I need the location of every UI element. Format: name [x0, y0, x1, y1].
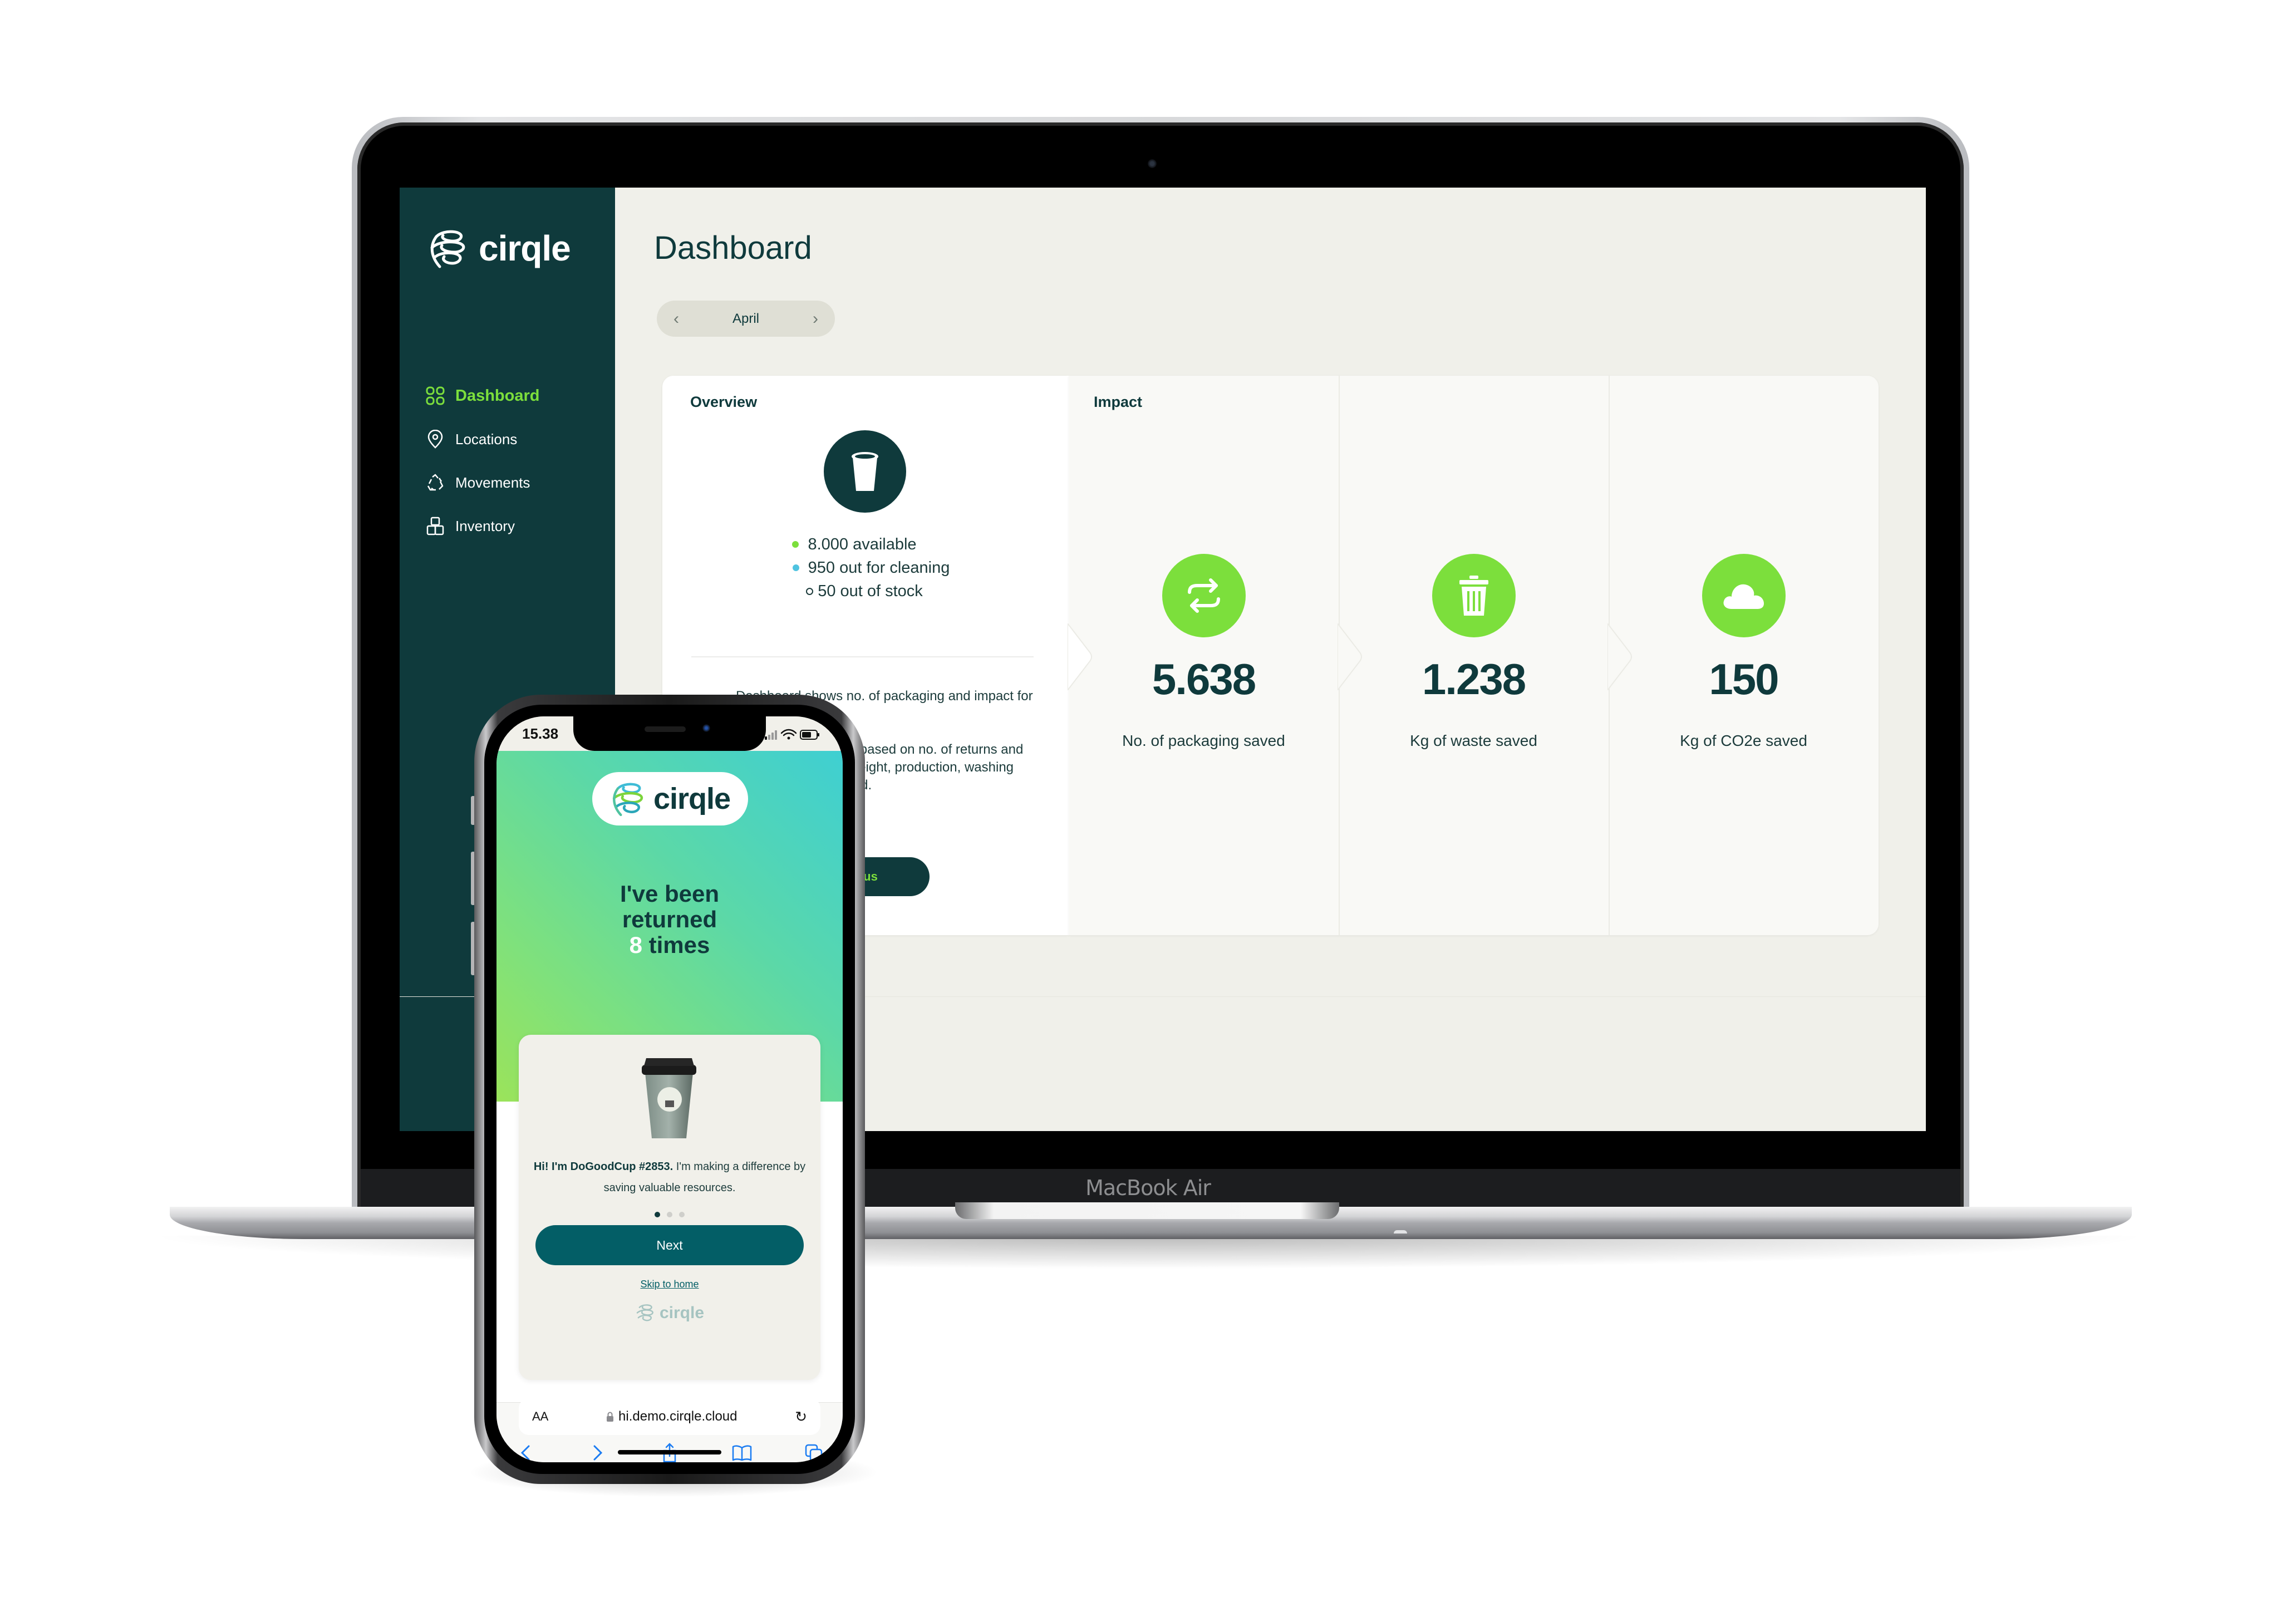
map-pin-icon: [425, 429, 445, 449]
phone-screen: 15.38 cirqle I've been returned 8 times …: [496, 716, 843, 1462]
cirqle-logo-icon: [636, 1304, 653, 1321]
sidebar-item-inventory[interactable]: Inventory: [425, 504, 609, 548]
impact-metric-packaging: 5.638 No. of packaging saved: [1068, 376, 1339, 935]
stock-label: 50 out of stock: [818, 582, 923, 600]
battery-icon: [800, 730, 819, 740]
carousel-dot[interactable]: [679, 1212, 685, 1217]
address-bar[interactable]: AA hi.demo.cirqle.cloud ↻: [519, 1398, 820, 1435]
chevron-left-icon[interactable]: ‹: [673, 309, 679, 328]
status-icons: [765, 729, 819, 740]
laptop-camera: [1148, 159, 1157, 168]
back-icon[interactable]: [513, 1442, 538, 1462]
divider: [691, 656, 1034, 657]
cup-icon: [824, 430, 906, 513]
carousel-dot-active[interactable]: [655, 1212, 660, 1217]
wifi-icon: [780, 729, 797, 736]
impact-metric-co2: 150 Kg of CO2e saved: [1607, 376, 1879, 935]
laptop-foot: [1394, 1230, 1407, 1233]
chevron-right-icon[interactable]: ›: [813, 309, 818, 328]
sidebar-item-label: Dashboard: [455, 386, 540, 405]
status-dot-outline: [806, 587, 814, 595]
speaker-grille: [645, 726, 686, 732]
headline-line: returned: [622, 906, 717, 932]
status-time: 15.38: [522, 725, 559, 742]
impact-metric-waste: 1.238 Kg of waste saved: [1338, 376, 1609, 935]
headline-suffix: times: [642, 932, 710, 958]
grid-icon: [425, 386, 445, 406]
sidebar-item-label: Inventory: [455, 517, 515, 534]
sidebar-item-label: Locations: [455, 430, 518, 448]
boxes-icon: [425, 516, 445, 536]
period-selector: ‹ April ›: [657, 301, 835, 337]
period-label: April: [732, 311, 759, 326]
stock-list: 8.000 available 950 out for cleaning 50 …: [662, 533, 1069, 603]
cirqle-logo-icon: [612, 783, 643, 817]
trash-icon: [1432, 554, 1516, 637]
cup-photo: [642, 1058, 696, 1138]
phone-notch: [573, 716, 766, 751]
signal-icon: [765, 730, 777, 740]
home-indicator: [618, 1450, 721, 1454]
cloud-icon: [1702, 554, 1786, 637]
stock-label: 8.000 available: [808, 535, 917, 553]
impact-label: Kg of waste saved: [1410, 732, 1537, 749]
returns-headline: I've been returned 8 times: [496, 881, 843, 958]
brand-name: cirqle: [479, 228, 571, 268]
stock-out: 50 out of stock: [660, 579, 1069, 603]
front-camera: [702, 724, 710, 732]
carousel-dot[interactable]: [667, 1212, 672, 1217]
cup-greeting: Hi! I'm DoGoodCup #2853. I'm making a di…: [530, 1156, 809, 1198]
cup-info-card: Hi! I'm DoGoodCup #2853. I'm making a di…: [519, 1035, 820, 1380]
stock-cleaning: 950 out for cleaning: [673, 556, 1069, 579]
footer-brand-name: cirqle: [659, 1304, 705, 1322]
headline-line: 8 times: [496, 932, 843, 958]
carousel-dots: [519, 1212, 820, 1217]
page-title: Dashboard: [654, 230, 812, 266]
sidebar-item-dashboard[interactable]: Dashboard: [425, 374, 609, 417]
brand-logo[interactable]: cirqle: [592, 772, 748, 825]
swap-arrows-icon: [1162, 554, 1246, 637]
impact-panel: Impact 5.638 No. of packaging saved 1.23…: [1068, 376, 1879, 935]
status-dot-green: [792, 541, 799, 548]
footer-logo: cirqle: [519, 1302, 820, 1324]
laptop-model-label: MacBook Air: [1085, 1176, 1211, 1200]
return-count: 8: [629, 932, 642, 958]
reload-icon[interactable]: ↻: [795, 1408, 807, 1426]
text-size-button[interactable]: AA: [532, 1409, 548, 1424]
cup-id: Hi! I'm DoGoodCup #2853.: [533, 1161, 673, 1173]
sidebar-item-locations[interactable]: Locations: [425, 417, 609, 461]
skip-to-home-link[interactable]: Skip to home: [519, 1279, 820, 1290]
sidebar-nav: Dashboard Locations Movements Inventory: [425, 374, 609, 548]
url-text: hi.demo.cirqle.cloud: [618, 1409, 738, 1424]
forward-icon[interactable]: [586, 1442, 610, 1462]
sidebar-item-movements[interactable]: Movements: [425, 461, 609, 504]
url-display: hi.demo.cirqle.cloud: [606, 1409, 738, 1424]
stock-label: 950 out for cleaning: [808, 558, 950, 577]
brand-logo[interactable]: cirqle: [427, 225, 571, 271]
impact-label: Kg of CO2e saved: [1680, 732, 1807, 749]
laptop-hinge: [955, 1202, 1339, 1219]
lock-icon: [607, 1412, 614, 1422]
status-dot-blue: [792, 564, 799, 571]
next-button[interactable]: Next: [535, 1225, 804, 1265]
laptop-shadow: [145, 1236, 2154, 1269]
impact-value: 5.638: [1152, 655, 1256, 704]
overview-title: Overview: [690, 394, 758, 410]
sidebar-item-label: Movements: [455, 474, 530, 491]
stock-available: 8.000 available: [640, 533, 1069, 556]
recycle-icon: [425, 473, 445, 493]
impact-label: No. of packaging saved: [1122, 732, 1285, 749]
cirqle-logo-icon: [430, 230, 465, 268]
brand-name: cirqle: [653, 782, 731, 815]
impact-value: 150: [1709, 655, 1779, 704]
impact-value: 1.238: [1422, 655, 1526, 704]
tabs-icon[interactable]: [802, 1442, 826, 1462]
bookmarks-icon[interactable]: [730, 1442, 754, 1462]
headline-line: I've been: [620, 881, 720, 907]
